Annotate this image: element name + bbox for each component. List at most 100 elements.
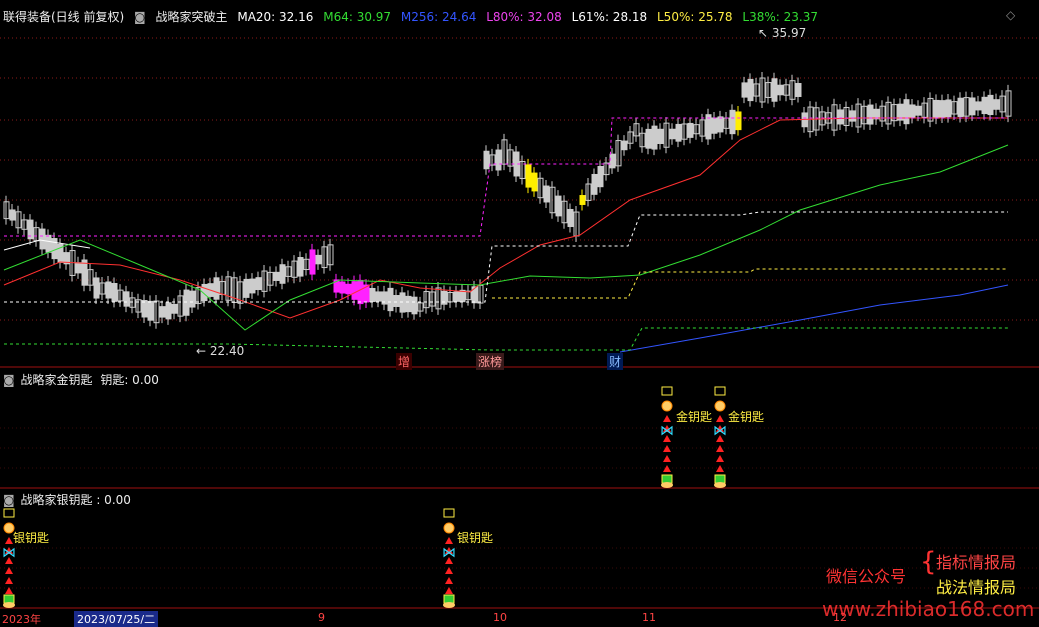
candle-body xyxy=(873,108,880,120)
gold-key-2-bottom-box xyxy=(714,474,726,484)
watermark-url: www.zhibiao168.com xyxy=(822,597,1035,621)
candle-body xyxy=(249,278,256,294)
silver-title[interactable]: 战略家银钥匙 xyxy=(20,493,92,507)
candle-body xyxy=(75,262,82,274)
main-header: 联得装备(日线 前复权) ◙ 战略家突破主 MA20: 32.16 M64: 3… xyxy=(3,8,824,25)
event-tag-zhangbang[interactable]: 涨榜 xyxy=(476,353,505,370)
chart-canvas: ⋈ ⋈ ⋈ ⋈ xyxy=(0,37,1039,609)
candle-body xyxy=(867,104,874,125)
candle-body xyxy=(159,306,166,318)
gold-key-1-coin xyxy=(661,400,673,412)
candle-body xyxy=(213,277,220,300)
silver-key-2-base xyxy=(443,602,455,608)
l61-line xyxy=(4,211,1008,303)
candle-body xyxy=(255,277,262,291)
silver-key-signal-label: 银钥匙 xyxy=(457,531,494,545)
l61-value: L61%: 28.18 xyxy=(571,10,648,24)
candle-body xyxy=(621,140,628,151)
silver-key-1-bottom-box xyxy=(3,594,15,604)
silver-key-header: ◙ 战略家银钥匙 : 0.00 xyxy=(3,491,137,508)
candle-body xyxy=(411,296,418,315)
candle-body xyxy=(453,291,460,302)
gold-key-1-top-box xyxy=(661,386,673,396)
candle-body xyxy=(579,195,586,205)
candle-body xyxy=(987,94,994,116)
l38-value: L38%: 23.37 xyxy=(742,10,818,24)
gold-collapse-icon[interactable]: ◙ xyxy=(3,373,15,387)
candle-body xyxy=(909,104,916,118)
candle-body xyxy=(495,149,502,171)
silver-key-1-top-box xyxy=(3,508,15,518)
silver-key-2-arrow xyxy=(445,537,453,544)
candle-body xyxy=(645,128,652,149)
candle-body xyxy=(387,287,394,312)
l38-line xyxy=(4,327,1008,351)
gold-key-1-bottom-box xyxy=(661,474,673,484)
gold-key-2-arrow xyxy=(716,445,724,452)
stock-title: 联得装备(日线 前复权) xyxy=(3,10,125,24)
gold-key-1-arrow xyxy=(663,455,671,462)
silver-key-1-arrow xyxy=(5,587,13,594)
candle-body xyxy=(339,281,346,294)
candle-body xyxy=(915,105,922,116)
candle-body xyxy=(711,117,718,134)
candle-body xyxy=(933,99,940,119)
silver-value: : 0.00 xyxy=(96,493,131,507)
candle-body xyxy=(567,208,574,228)
diamond-icon[interactable]: ◇ xyxy=(1006,8,1015,22)
candle-body xyxy=(141,300,148,318)
indicator-collapse-icon[interactable]: ◙ xyxy=(134,10,146,24)
silver-key-2-arrow xyxy=(445,577,453,584)
candle-body xyxy=(405,295,412,313)
candle-body xyxy=(171,303,178,314)
candle-body xyxy=(555,195,562,217)
candle-body xyxy=(357,279,364,305)
candle-body xyxy=(669,128,676,140)
candle-body xyxy=(777,84,784,96)
low-price-value: 22.40 xyxy=(209,344,245,358)
ma20-value: MA20: 32.16 xyxy=(237,10,314,24)
ma20-red-line xyxy=(3,117,1008,319)
candle-body xyxy=(939,100,946,118)
candle-body xyxy=(675,123,682,142)
candle-body xyxy=(543,185,550,203)
candle-body xyxy=(597,166,604,188)
candle-body xyxy=(969,97,976,116)
event-tag-zeng[interactable]: 增 xyxy=(396,353,413,370)
candle-body xyxy=(957,97,964,117)
silver-collapse-icon[interactable]: ◙ xyxy=(3,493,15,507)
candle-body xyxy=(993,99,1000,110)
candle-body xyxy=(147,300,154,321)
candle-body xyxy=(771,78,778,102)
axis-tick-9: 9 xyxy=(318,611,325,624)
candle-body xyxy=(729,109,736,135)
axis-tick-11: 11 xyxy=(642,611,656,624)
candle-body xyxy=(945,99,952,118)
candle-body xyxy=(795,83,802,97)
candle-body xyxy=(105,281,112,299)
event-tag-cai[interactable]: 财 xyxy=(607,353,624,370)
silver-key-1-base xyxy=(3,602,15,608)
gold-key-2-arrow xyxy=(716,465,724,472)
candle-body xyxy=(903,99,910,125)
m256-value: M256: 24.64 xyxy=(400,10,477,24)
gold-key-2-arrow xyxy=(716,415,724,422)
candle-body xyxy=(111,283,118,302)
high-price-value: 35.97 xyxy=(771,26,807,40)
indicator-name[interactable]: 战略家突破主 xyxy=(156,10,228,24)
silver-key-1-butterfly: ⋈ xyxy=(2,545,16,561)
gold-key-header: ◙ 战略家金钥匙 钥匙: 0.00 xyxy=(3,371,165,388)
gold-title[interactable]: 战略家金钥匙 xyxy=(20,373,92,387)
candle-body xyxy=(93,277,100,299)
candle-body xyxy=(687,122,694,138)
candle-body xyxy=(483,150,490,170)
candle-body xyxy=(747,78,754,102)
l80-line xyxy=(4,117,1008,237)
silver-key-2-top-box xyxy=(443,508,455,518)
candle-body xyxy=(981,96,988,115)
silver-key-signal-label: 银钥匙 xyxy=(13,531,50,545)
gold-key-2-butterfly: ⋈ xyxy=(713,423,727,439)
candle-body xyxy=(297,257,304,277)
candle-body xyxy=(309,249,316,275)
axis-tick-10: 10 xyxy=(493,611,507,624)
